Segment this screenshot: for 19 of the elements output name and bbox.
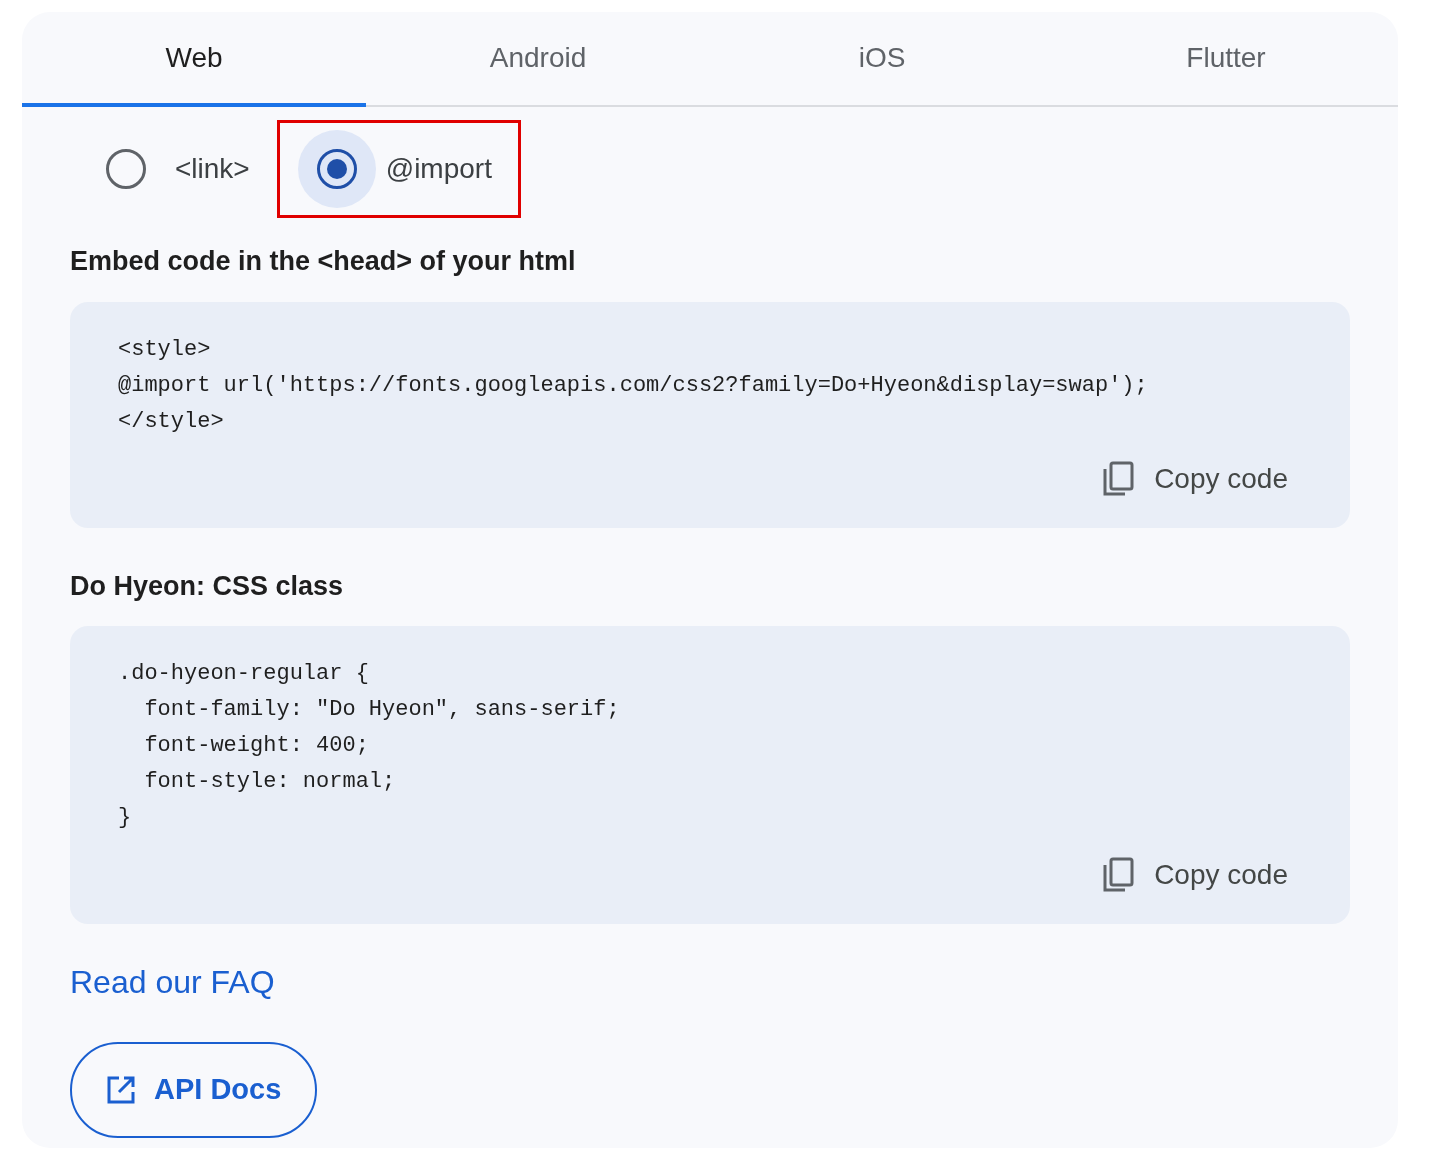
radio-label: @import <box>385 152 492 186</box>
faq-link[interactable]: Read our FAQ <box>70 964 275 1000</box>
tab[interactable]: iOS <box>710 12 1054 107</box>
copy-icon <box>1102 460 1135 497</box>
tab[interactable]: Flutter <box>1054 12 1398 107</box>
api-docs-button[interactable]: API Docs <box>70 1042 318 1138</box>
tab[interactable]: Android <box>366 12 710 107</box>
code-text: <style> @import url('https://fonts.googleapis.com/css2?family=Do+Hyeon&display=swap'); </style> <box>118 335 1149 436</box>
section-heading: Do Hyeon: CSS class <box>70 569 345 603</box>
copy-icon <box>1102 857 1135 893</box>
copy-code-button[interactable]: Copy code <box>1102 457 1288 500</box>
radio-button[interactable] <box>316 149 357 189</box>
copy-code-button[interactable]: Copy code <box>1102 854 1288 896</box>
radio-label: <link> <box>175 152 250 186</box>
code-text: .do-hyeon-regular { font-family: "Do Hyeon", sans-serif; font-weight: 400; font-style: normal; } <box>118 660 621 832</box>
section-heading: Embed code in the <head> of your html <box>70 245 577 278</box>
tab[interactable]: Web <box>22 12 366 107</box>
external-link-icon <box>106 1075 136 1105</box>
radio-button[interactable] <box>106 149 146 189</box>
